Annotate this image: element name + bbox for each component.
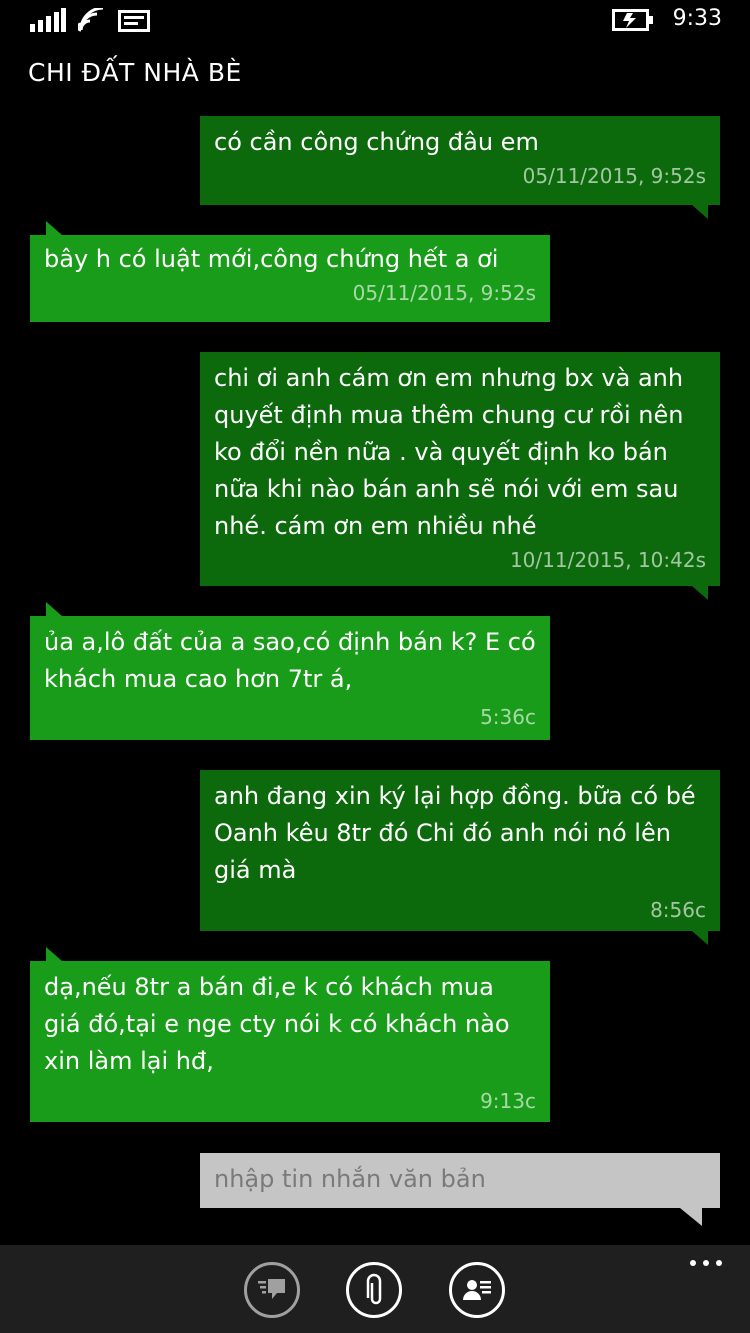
message-timestamp: 5:36c	[480, 705, 536, 729]
message-text: ủa a,lô đất của a sao,có định bán k? E c…	[44, 628, 536, 693]
message-input[interactable]: nhập tin nhắn văn bản	[200, 1153, 720, 1208]
message-timestamp: 05/11/2015, 9:52s	[352, 281, 536, 305]
message-text: bây h có luật mới,công chứng hết a ơi	[44, 245, 499, 273]
bubble-tail	[46, 221, 62, 235]
attach-button[interactable]	[346, 1262, 402, 1318]
more-icon[interactable]	[688, 1253, 724, 1273]
message-timestamp: 9:13c	[480, 1089, 536, 1113]
switch-conversation-button[interactable]	[244, 1262, 300, 1318]
bubble-tail	[692, 205, 708, 219]
attach-icon	[366, 1273, 382, 1305]
message-text: có cần công chứng đâu em	[214, 128, 539, 156]
message-text: chi ơi anh cám ơn em nhưng bx và anh quy…	[214, 364, 684, 540]
message-bubble-incoming[interactable]: dạ,nếu 8tr a bán đi,e k có khách mua giá…	[30, 961, 550, 1122]
contact-card-button[interactable]	[449, 1262, 505, 1318]
message-timestamp: 8:56c	[650, 898, 706, 922]
message-bubble-incoming[interactable]: ủa a,lô đất của a sao,có định bán k? E c…	[30, 616, 550, 740]
switch-conversation-icon	[258, 1279, 285, 1299]
message-bubble-incoming[interactable]: bây h có luật mới,công chứng hết a ơi 05…	[30, 235, 550, 322]
contact-card-icon	[463, 1280, 491, 1300]
message-text: dạ,nếu 8tr a bán đi,e k có khách mua giá…	[44, 973, 510, 1075]
message-timestamp: 10/11/2015, 10:42s	[509, 548, 706, 572]
bubble-tail	[46, 947, 62, 961]
message-bubble-outgoing[interactable]: chi ơi anh cám ơn em nhưng bx và anh quy…	[200, 352, 720, 586]
app-bar	[0, 1245, 750, 1333]
message-bubble-outgoing[interactable]: anh đang xin ký lại hợp đồng. bữa có bé …	[200, 770, 720, 931]
input-tail	[680, 1208, 702, 1226]
bubble-tail	[46, 602, 62, 616]
message-bubble-outgoing[interactable]: có cần công chứng đâu em 05/11/2015, 9:5…	[200, 116, 720, 205]
bubble-tail	[692, 931, 708, 945]
message-thread[interactable]: có cần công chứng đâu em 05/11/2015, 9:5…	[0, 0, 750, 1245]
message-timestamp: 05/11/2015, 9:52s	[522, 164, 706, 188]
bubble-tail	[692, 586, 708, 600]
message-text: anh đang xin ký lại hợp đồng. bữa có bé …	[214, 782, 696, 884]
